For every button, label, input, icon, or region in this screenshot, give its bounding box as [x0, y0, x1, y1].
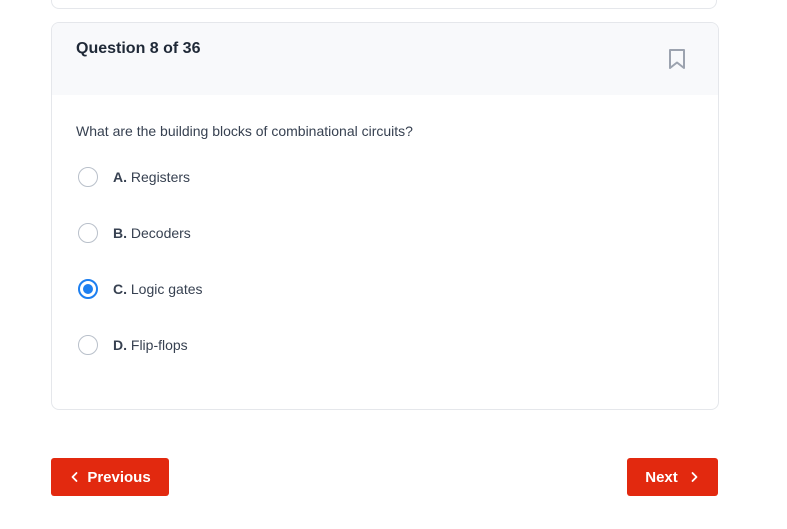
next-button-label: Next — [645, 468, 678, 486]
option-d[interactable]: D. Flip-flops — [78, 333, 478, 357]
option-text: Registers — [130, 169, 191, 185]
option-b[interactable]: B. Decoders — [78, 221, 478, 245]
option-c-label: C. Logic gates — [113, 281, 203, 297]
option-b-label: B. Decoders — [113, 225, 191, 241]
question-text: What are the building blocks of combinat… — [76, 123, 413, 139]
option-letter: B. — [113, 225, 127, 241]
previous-question-card — [51, 0, 717, 9]
chevron-right-icon — [691, 472, 698, 482]
previous-button-label: Previous — [87, 468, 151, 486]
option-text: Flip-flops — [130, 337, 188, 353]
option-a-radio[interactable] — [78, 167, 98, 187]
next-button[interactable]: Next — [627, 458, 718, 496]
option-d-radio[interactable] — [78, 335, 98, 355]
option-c[interactable]: C. Logic gates — [78, 277, 478, 301]
option-a-label: A. Registers — [113, 169, 190, 185]
option-letter: D. — [113, 337, 127, 353]
chevron-left-icon — [71, 472, 78, 482]
option-c-radio-selected[interactable] — [78, 279, 98, 299]
bookmark-icon[interactable] — [667, 48, 687, 70]
question-counter: Question 8 of 36 — [76, 40, 201, 57]
option-letter: C. — [113, 281, 127, 297]
option-d-label: D. Flip-flops — [113, 337, 188, 353]
option-text: Logic gates — [130, 281, 203, 297]
option-b-radio[interactable] — [78, 223, 98, 243]
option-text: Decoders — [130, 225, 191, 241]
option-letter: A. — [113, 169, 127, 185]
question-card: Question 8 of 36 What are the building b… — [51, 22, 719, 410]
question-card-header: Question 8 of 36 — [52, 23, 718, 95]
option-a[interactable]: A. Registers — [78, 165, 478, 189]
previous-button[interactable]: Previous — [51, 458, 169, 496]
